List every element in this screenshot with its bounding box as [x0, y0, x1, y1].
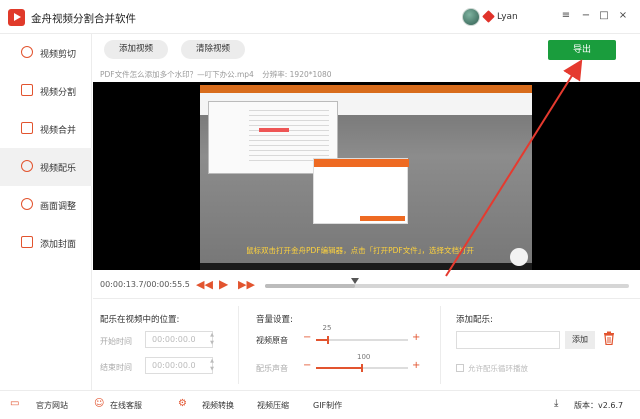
- end-time-label: 结束时间: [100, 363, 132, 372]
- version-label: 版本：: [574, 401, 598, 410]
- sidebar-item-split[interactable]: 视频分割: [0, 72, 92, 110]
- picture-adjust-icon: [21, 198, 33, 210]
- file-info: PDF文件怎么添加多个水印？—叮下办公.mp4 分辨率: 1920*1080: [100, 69, 332, 80]
- version-value: v2.6.7: [598, 401, 624, 410]
- end-time-input[interactable]: 00:00:00.0: [145, 357, 213, 374]
- support-icon: ☺: [94, 398, 105, 409]
- download-icon: ⤓: [554, 398, 559, 409]
- play-icon[interactable]: ▶: [219, 277, 228, 291]
- divider: [93, 298, 640, 299]
- music-volume-slider[interactable]: [316, 364, 408, 372]
- original-volume-value: 25: [322, 324, 332, 332]
- vip-diamond-icon: [482, 10, 495, 23]
- app-logo-icon: [8, 9, 25, 26]
- volume-title: 音量设置:: [256, 315, 293, 325]
- cover-icon: [21, 236, 33, 248]
- sidebar-item-music[interactable]: 视频配乐: [0, 148, 92, 186]
- start-time-label: 开始时间: [100, 337, 132, 346]
- add-music-title: 添加配乐:: [456, 315, 493, 325]
- app-title: 金舟视频分割合并软件: [31, 13, 136, 25]
- music-volume-plus-icon[interactable]: +: [412, 360, 420, 371]
- sidebar-item-label: 视频分割: [40, 88, 77, 98]
- playback-progress: [265, 284, 355, 288]
- maximize-button[interactable]: □: [598, 10, 610, 22]
- file-name: PDF文件怎么添加多个水印？—叮下办公.mp4: [100, 70, 254, 79]
- sidebar-item-label: 添加封面: [40, 240, 77, 250]
- sidebar-item-label: 画面调整: [40, 202, 77, 212]
- music-icon: [21, 160, 33, 172]
- video-frame: [200, 85, 532, 263]
- webcam-icon: [510, 248, 528, 266]
- footer: ▭ 官方网站 ☺ 在线客服 ⚙ 视频转换 视频压缩 GIF制作 ⤓ 版本：v2.…: [0, 390, 640, 419]
- music-volume-thumb[interactable]: [361, 364, 363, 372]
- original-volume-label: 视频原音: [256, 336, 288, 345]
- footer-support[interactable]: 在线客服: [110, 400, 142, 411]
- playback-thumb[interactable]: [350, 278, 359, 284]
- original-volume-plus-icon[interactable]: +: [412, 332, 420, 343]
- merge-icon: [21, 122, 33, 134]
- video-caption: 鼠标双击打开金舟PDF编辑器，点击「打开PDF文件」，选择文档打开: [246, 246, 474, 255]
- music-position-title: 配乐在视频中的位置:: [100, 315, 180, 325]
- loop-checkbox[interactable]: [456, 364, 464, 372]
- sidebar-item-label: 视频配乐: [40, 164, 77, 174]
- clear-video-button[interactable]: 清除视频: [181, 40, 245, 59]
- minimize-button[interactable]: −: [580, 10, 592, 22]
- sidebar: 视频剪切 视频分割 视频合并 视频配乐 画面调整 添加封面: [0, 34, 92, 390]
- screen-taskbar: [200, 263, 532, 270]
- sidebar-item-picture[interactable]: 画面调整: [0, 186, 92, 224]
- version-info: 版本：v2.6.7: [574, 400, 623, 411]
- footer-website[interactable]: 官方网站: [36, 400, 68, 411]
- add-video-button[interactable]: 添加视频: [104, 40, 168, 59]
- trash-icon[interactable]: [603, 331, 615, 345]
- screen-pdf-panel: [313, 158, 409, 224]
- start-time-stepper[interactable]: ▲ ▼: [207, 331, 217, 348]
- close-button[interactable]: ×: [617, 10, 629, 22]
- music-file-input[interactable]: [456, 331, 560, 349]
- menu-icon[interactable]: ≡: [560, 10, 572, 22]
- divider: [238, 306, 239, 384]
- split-icon: [21, 84, 33, 96]
- start-time-input[interactable]: 00:00:00.0: [145, 331, 213, 348]
- export-button[interactable]: 导出: [548, 40, 616, 60]
- sidebar-item-label: 视频剪切: [40, 50, 77, 60]
- original-volume-minus-icon[interactable]: −: [303, 332, 311, 343]
- original-volume-slider[interactable]: [316, 336, 408, 344]
- fast-forward-icon[interactable]: ▶▶: [238, 278, 255, 291]
- loop-label: 允许配乐循环播放: [468, 364, 528, 373]
- footer-compress[interactable]: 视频压缩: [257, 400, 289, 411]
- scissors-icon: [21, 46, 33, 58]
- divider: [440, 306, 441, 384]
- current-time: 00:00:13.7: [100, 280, 144, 289]
- website-icon: ▭: [10, 398, 20, 409]
- add-music-button[interactable]: 添加: [565, 331, 595, 349]
- music-volume-minus-icon[interactable]: −: [303, 360, 311, 371]
- avatar[interactable]: [462, 8, 480, 26]
- music-volume-value: 100: [357, 353, 371, 361]
- convert-icon: ⚙: [178, 398, 187, 409]
- playback-time: 00:00:13.7/00:00:55.5: [100, 280, 190, 289]
- resolution-value: 1920*1080: [289, 70, 332, 79]
- total-time: 00:00:55.5: [146, 280, 190, 289]
- end-time-stepper[interactable]: ▲ ▼: [207, 357, 217, 374]
- resolution-label: 分辨率:: [262, 70, 288, 79]
- playback-slider[interactable]: [265, 278, 629, 288]
- music-volume-fill: [316, 367, 362, 369]
- sidebar-item-label: 视频合并: [40, 126, 77, 136]
- footer-convert[interactable]: 视频转换: [202, 400, 234, 411]
- username[interactable]: Lyan: [497, 12, 518, 22]
- sidebar-item-cover[interactable]: 添加封面: [0, 224, 92, 262]
- sidebar-item-merge[interactable]: 视频合并: [0, 110, 92, 148]
- video-player[interactable]: [93, 82, 640, 270]
- footer-gif[interactable]: GIF制作: [313, 400, 342, 411]
- title-bar: 金舟视频分割合并软件 Lyan ≡ − □ ×: [0, 0, 640, 34]
- rewind-icon[interactable]: ◀◀: [196, 278, 213, 291]
- music-volume-label: 配乐声音: [256, 364, 288, 373]
- sidebar-item-cut[interactable]: 视频剪切: [0, 34, 92, 72]
- original-volume-thumb[interactable]: [326, 336, 329, 344]
